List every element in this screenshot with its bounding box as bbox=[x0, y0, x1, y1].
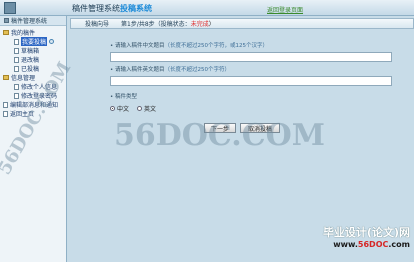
app-header: 稿件管理系统投稿系统 返回登录页面 bbox=[0, 0, 414, 16]
sidebar-title: 稿件管理系统 bbox=[11, 18, 48, 25]
type-option-chinese: 中文 bbox=[117, 106, 130, 113]
document-icon bbox=[14, 38, 19, 45]
footer-watermark: 毕业设计(论文)网 www.56DOC.com bbox=[300, 224, 410, 249]
return-login-link[interactable]: 返回登录页面 bbox=[267, 5, 303, 14]
sidebar-item-submit[interactable]: 我要投稿 bbox=[0, 37, 66, 46]
title-cn-input[interactable] bbox=[110, 52, 392, 62]
sidebar-group-my-manuscripts[interactable]: 我的稿件 bbox=[0, 28, 66, 37]
type-option-english: 英文 bbox=[144, 106, 157, 113]
app-logo-icon bbox=[4, 2, 16, 14]
document-icon bbox=[14, 83, 19, 90]
type-radio-group: 中文 英文 bbox=[110, 104, 156, 113]
title-en-label: • 请输入稿件英文题目（长度不超过250个字符） bbox=[110, 65, 230, 73]
folder-icon bbox=[3, 30, 9, 35]
status-text: 未完成 bbox=[190, 21, 209, 28]
sidebar-item-label: 退改稿 bbox=[21, 57, 40, 64]
tab-submission-wizard[interactable]: 投稿向导 bbox=[85, 19, 109, 28]
watermark-center: 56DOC.COM bbox=[114, 118, 325, 153]
footer-url-prefix: www. bbox=[333, 240, 358, 249]
edit-icon bbox=[49, 39, 55, 44]
app-title: 稿件管理系统投稿系统 bbox=[72, 3, 152, 14]
folder-icon bbox=[3, 75, 9, 80]
type-radio-chinese[interactable] bbox=[110, 106, 115, 111]
title-en-input[interactable] bbox=[110, 76, 392, 86]
document-icon bbox=[3, 101, 8, 108]
document-icon bbox=[14, 92, 19, 99]
title-cn-label: • 请输入稿件中文题目（长度不超过250个字符，或125个汉字） bbox=[110, 41, 268, 49]
document-icon bbox=[14, 65, 19, 72]
sidebar-item-label: 我要投稿 bbox=[21, 37, 48, 46]
title-cn-label-text: • 请输入稿件中文题目 bbox=[110, 43, 165, 49]
document-icon bbox=[14, 47, 19, 54]
type-label: • 稿件类型 bbox=[110, 94, 137, 100]
step-indicator: 第1步/共8步（投稿状态： bbox=[121, 21, 191, 28]
sidebar-group-label: 我的稿件 bbox=[11, 30, 36, 37]
footer-url-brand: 56DOC bbox=[357, 240, 389, 249]
type-radio-english[interactable] bbox=[137, 106, 143, 111]
sidebar-item-drafts[interactable]: 草稿箱 bbox=[0, 46, 66, 55]
step-close-paren: ） bbox=[208, 21, 215, 28]
footer-watermark-url: www.56DOC.com bbox=[300, 240, 410, 249]
document-icon bbox=[3, 110, 8, 117]
sidebar-item-label: 草稿箱 bbox=[21, 48, 40, 55]
footer-watermark-title: 毕业设计(论文)网 bbox=[322, 226, 410, 239]
title-en-hint: （长度不超过250个字符） bbox=[164, 67, 231, 73]
sidebar-group-label: 信息管理 bbox=[11, 75, 36, 82]
system-icon bbox=[4, 18, 9, 23]
footer-url-suffix: .com bbox=[388, 240, 410, 249]
title-en-label-text: • 请输入稿件英文题目 bbox=[110, 67, 165, 73]
app-title-prefix: 稿件管理系统 bbox=[72, 4, 120, 13]
app-title-highlight: 投稿系统 bbox=[120, 4, 152, 13]
sidebar-header: 稿件管理系统 bbox=[0, 16, 66, 26]
sidebar-item-label: 已投稿 bbox=[21, 66, 40, 73]
title-cn-hint: （长度不超过250个字符，或125个汉字） bbox=[164, 43, 269, 49]
breadcrumb: 投稿向导 第1步/共8步（投稿状态： 未完成） bbox=[70, 18, 414, 29]
document-icon bbox=[14, 56, 19, 63]
